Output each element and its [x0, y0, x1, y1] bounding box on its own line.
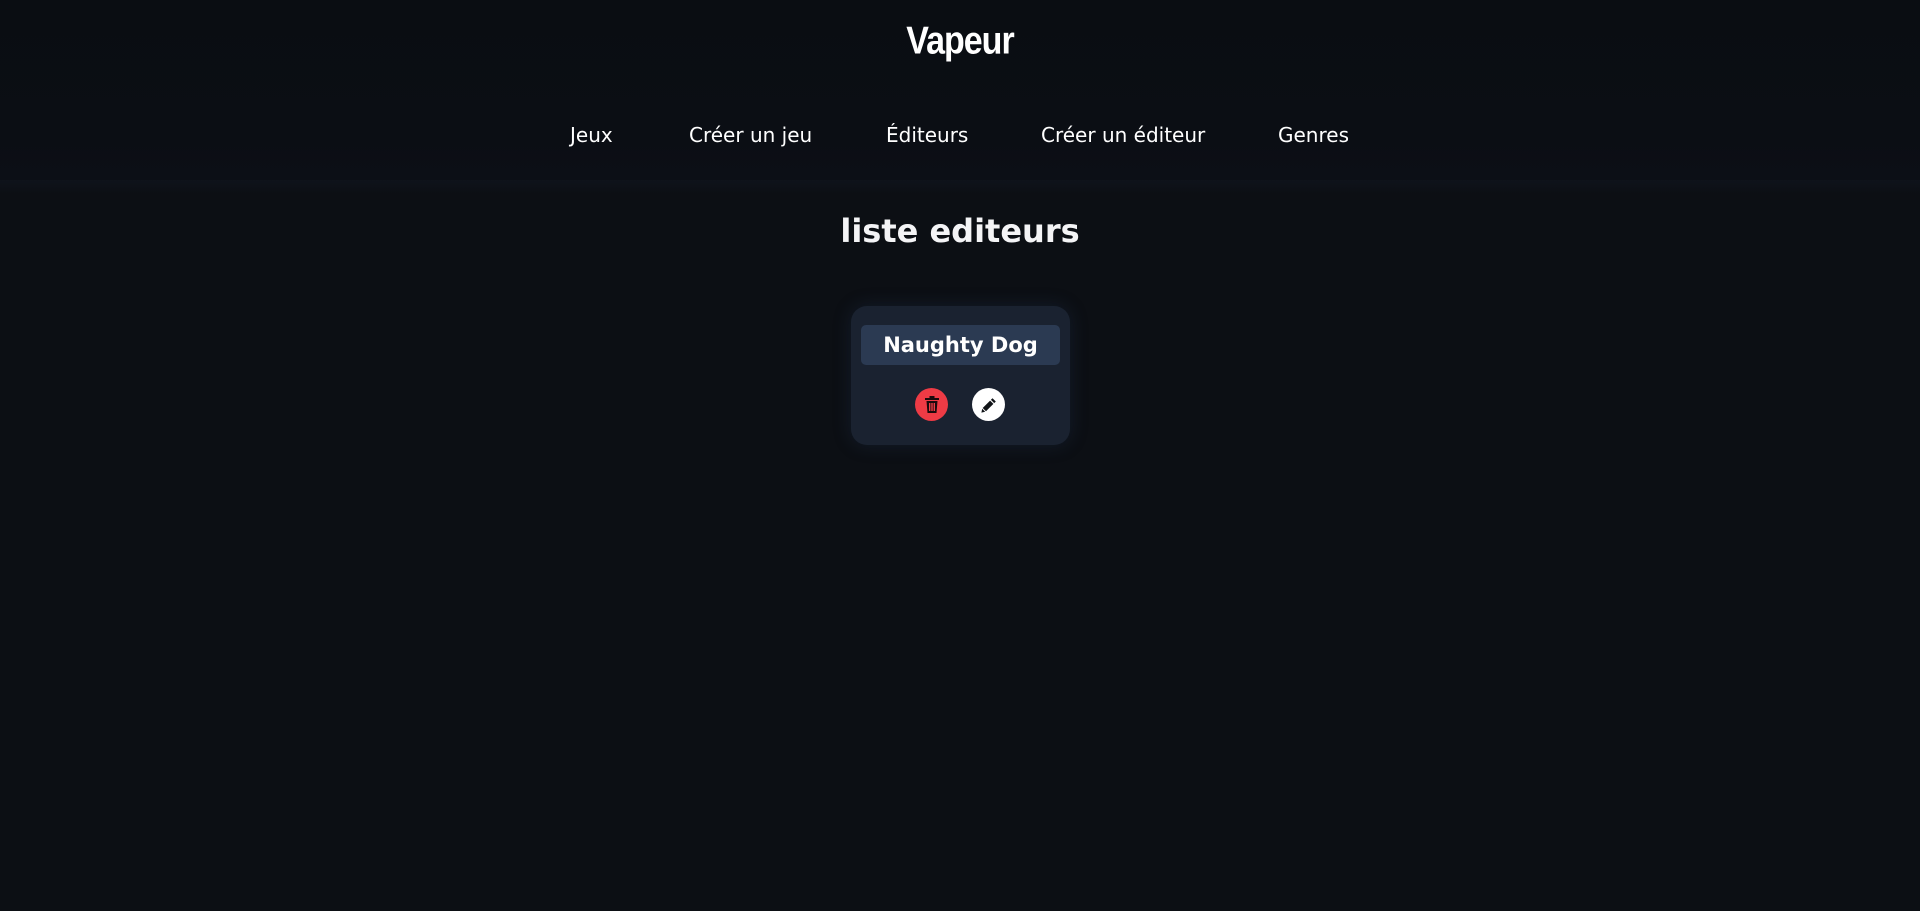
pencil-icon	[980, 397, 997, 413]
nav-item-genres[interactable]: Genres	[1278, 120, 1349, 150]
nav-item-creer-jeu[interactable]: Créer un jeu	[689, 120, 812, 150]
site-logo[interactable]: Vapeur	[0, 19, 1920, 64]
trash-icon	[924, 396, 939, 413]
site-header: Vapeur Jeux Créer un jeu Éditeurs Créer …	[0, 0, 1920, 194]
page-title: liste editeurs	[840, 212, 1080, 250]
nav-item-jeux[interactable]: Jeux	[570, 120, 613, 150]
nav-item-creer-editeur[interactable]: Créer un éditeur	[1041, 120, 1205, 150]
editor-name[interactable]: Naughty Dog	[861, 325, 1060, 365]
main-nav: Jeux Créer un jeu Éditeurs Créer un édit…	[0, 120, 1920, 150]
delete-button[interactable]	[915, 388, 948, 421]
nav-item-editeurs[interactable]: Éditeurs	[886, 120, 968, 150]
edit-button[interactable]	[972, 388, 1005, 421]
editor-card: Naughty Dog	[851, 306, 1070, 445]
